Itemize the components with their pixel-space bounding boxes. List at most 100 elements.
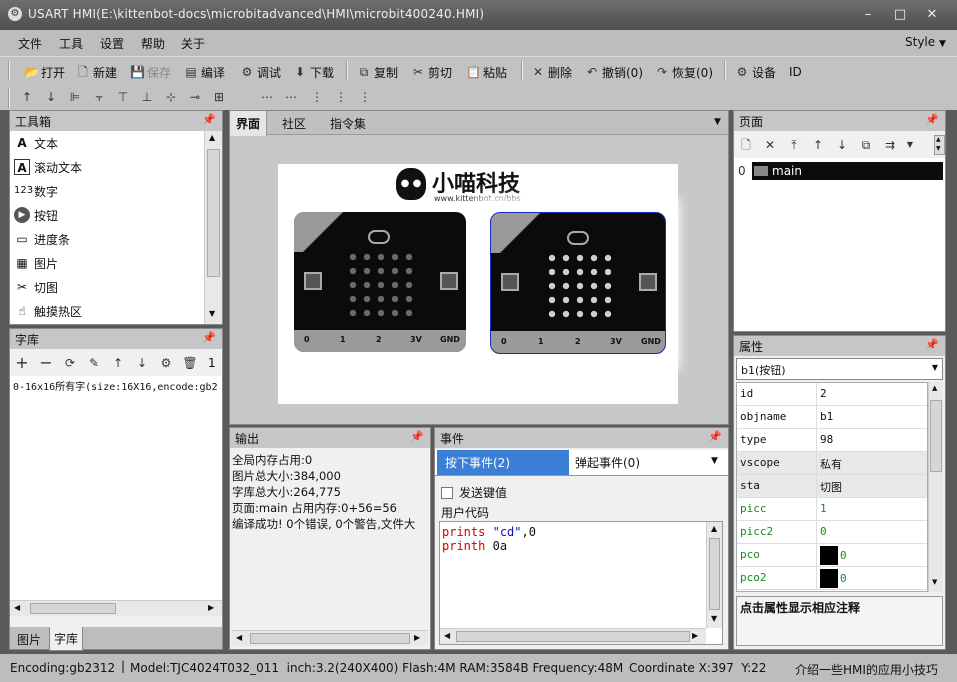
align-center-h-icon[interactable]: ⊹: [163, 89, 179, 105]
tab-screen[interactable]: 界面: [230, 111, 268, 136]
page-down-icon[interactable]: ↓: [834, 137, 850, 153]
property-vscrollbar[interactable]: ▲ ▼: [928, 382, 943, 592]
menu-settings[interactable]: 设置: [100, 35, 124, 52]
design-canvas[interactable]: ● ● 小喵科技 www.kittenbot.cn/bbs b0 0 1 2 3…: [278, 164, 678, 404]
toolbox-item-text[interactable]: A 文本: [10, 131, 204, 155]
scroll-down-icon[interactable]: ▼: [209, 309, 215, 318]
minimize-button[interactable]: –: [858, 8, 878, 22]
delete-button[interactable]: ✕ 删除: [531, 63, 572, 81]
delete-page-icon[interactable]: ✕: [762, 137, 778, 153]
property-row-picc[interactable]: picc 1: [737, 498, 927, 521]
scroll-up-icon[interactable]: ▲: [209, 133, 215, 142]
property-row-picc2[interactable]: picc2 0: [737, 521, 927, 544]
style-menu[interactable]: Style ▼: [905, 35, 946, 49]
toolbox-item-button[interactable]: ▶ 按钮: [10, 203, 204, 227]
add-icon[interactable]: +: [14, 355, 30, 371]
tab-fontlib[interactable]: 字库: [49, 627, 84, 651]
toolbox-item-progress[interactable]: ▭ 进度条: [10, 227, 204, 251]
scroll-thumb[interactable]: [930, 400, 942, 472]
device-button[interactable]: ⚙ 设备: [735, 63, 776, 81]
toolbox-item-scrolltext[interactable]: A 滚动文本: [10, 155, 204, 179]
tab-release-event[interactable]: 弹起事件(0): [575, 454, 640, 471]
property-row-pco2[interactable]: pco2 0: [737, 567, 927, 590]
output-hscrollbar[interactable]: ◀ ▶: [232, 630, 428, 646]
toolbox-scrollbar[interactable]: ▲ ▼: [204, 131, 222, 324]
edit-icon[interactable]: ✎: [86, 355, 102, 371]
import-page-icon[interactable]: ⤒: [786, 137, 802, 153]
paste-button[interactable]: 📋 粘贴: [466, 63, 507, 81]
cut-button[interactable]: ✂ 剪切: [411, 63, 452, 81]
save-button[interactable]: 💾 保存: [130, 63, 171, 81]
debug-button[interactable]: ⚙ 调试: [240, 63, 281, 81]
font-generator-icon[interactable]: ⚙: [158, 355, 174, 371]
tab-community[interactable]: 社区: [274, 111, 314, 136]
property-row-vscope[interactable]: vscope 私有: [737, 452, 927, 475]
scroll-thumb[interactable]: [709, 538, 720, 610]
space-h-icon[interactable]: ⋯: [259, 89, 275, 105]
pin-icon[interactable]: 📌: [925, 113, 939, 126]
open-button[interactable]: 📂 打开: [24, 63, 65, 81]
fontlib-hscrollbar[interactable]: ◀ ▶: [10, 600, 222, 616]
code-hscrollbar[interactable]: ◀ ▶: [440, 628, 706, 644]
tab-pictures[interactable]: 图片: [13, 629, 45, 650]
tab-press-event[interactable]: 按下事件(2): [437, 450, 569, 475]
align-center-v-icon[interactable]: ⊸: [187, 89, 203, 105]
menu-tools[interactable]: 工具: [59, 35, 83, 52]
pin-icon[interactable]: 📌: [410, 430, 424, 443]
toolbox-item-number[interactable]: 123 数字: [10, 179, 204, 203]
scroll-down-icon[interactable]: ▼: [711, 614, 717, 623]
trash-icon[interactable]: 🗑: [182, 355, 198, 371]
object-select[interactable]: b1(按钮) ▼: [736, 358, 943, 380]
code-vscrollbar[interactable]: ▲ ▼: [706, 522, 722, 628]
refresh-icon[interactable]: ⟳: [62, 355, 78, 371]
scroll-down-icon[interactable]: ▼: [936, 145, 941, 152]
property-row-pco[interactable]: pco 0: [737, 544, 927, 567]
undo-button[interactable]: ↶ 撤销(0): [585, 63, 643, 81]
button-b1[interactable]: b1 0 1 2 3V GND: [490, 212, 666, 354]
scroll-thumb[interactable]: [250, 633, 410, 644]
align-left-icon[interactable]: ⊫: [67, 89, 83, 105]
pin-icon[interactable]: 📌: [202, 113, 216, 126]
align-top-icon[interactable]: ⫟: [91, 89, 107, 105]
scroll-right-icon[interactable]: ▶: [692, 631, 698, 640]
event-tab-menu-icon[interactable]: ▼: [711, 456, 718, 466]
code-editor[interactable]: prints "cd",0 printh 0a ▲ ▼ ◀ ▶: [439, 521, 723, 645]
scroll-right-icon[interactable]: ▶: [208, 603, 214, 612]
pin-icon[interactable]: 📌: [925, 338, 939, 351]
tab-menu-chevron-icon[interactable]: ▼: [714, 117, 721, 127]
scroll-thumb[interactable]: [207, 149, 220, 277]
pages-vscrollbar[interactable]: ▲ ▼: [934, 135, 945, 155]
space-v2-icon[interactable]: ⋮: [333, 89, 349, 105]
id-button[interactable]: ID: [789, 63, 802, 81]
page-row-main[interactable]: 0 main: [734, 162, 943, 180]
space-v3-icon[interactable]: ⋮: [357, 89, 373, 105]
new-button[interactable]: 🗋 新建: [76, 63, 117, 81]
arrow-up-icon[interactable]: ↑: [110, 355, 126, 371]
property-row-type[interactable]: type 98: [737, 429, 927, 452]
download-button[interactable]: ⬇ 下载: [293, 63, 334, 81]
page-up-icon[interactable]: ↑: [810, 137, 826, 153]
send-key-checkbox[interactable]: [441, 486, 453, 499]
property-row-objname[interactable]: objname b1: [737, 406, 927, 429]
space-h2-icon[interactable]: ⋯: [283, 89, 299, 105]
arrow-down-icon[interactable]: ↓: [134, 355, 150, 371]
scroll-up-icon[interactable]: ▲: [936, 136, 941, 143]
copy-button[interactable]: ⧉ 复制: [357, 63, 398, 81]
pin-icon[interactable]: 📌: [708, 430, 722, 443]
add-page-icon[interactable]: 🗋: [738, 137, 754, 153]
remove-icon[interactable]: −: [38, 355, 54, 371]
menu-about[interactable]: 关于: [181, 35, 205, 52]
same-size-icon[interactable]: ⊞: [211, 89, 227, 105]
chevron-down-icon[interactable]: ▼: [902, 137, 918, 153]
scroll-left-icon[interactable]: ◀: [14, 603, 20, 612]
property-row-id[interactable]: id 2: [737, 383, 927, 406]
scroll-right-icon[interactable]: ▶: [414, 633, 420, 642]
move-down-icon[interactable]: ↓: [43, 89, 59, 105]
scroll-thumb[interactable]: [456, 631, 690, 642]
scroll-up-icon[interactable]: ▲: [932, 384, 937, 392]
toolbox-item-picture[interactable]: ▦ 图片: [10, 251, 204, 275]
toolbox-item-hotspot[interactable]: ☝ 触摸热区: [10, 299, 204, 323]
redo-button[interactable]: ↷ 恢复(0): [655, 63, 713, 81]
fontlib-entry[interactable]: 0-16x16所有字(size:16X16,encode:gb2: [10, 376, 222, 395]
status-tip-link[interactable]: 介绍一些HMI的应用小技巧: [795, 661, 938, 678]
